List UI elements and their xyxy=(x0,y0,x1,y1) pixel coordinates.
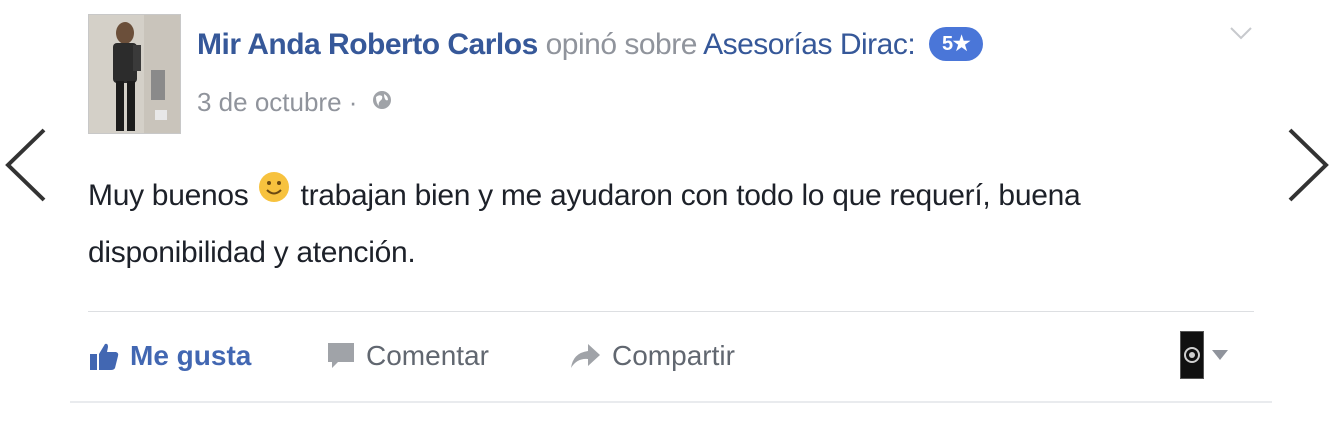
comment-label: Comentar xyxy=(366,340,489,371)
like-label: Me gusta xyxy=(130,340,252,371)
review-verb: opinó sobre xyxy=(545,28,698,61)
bottom-divider xyxy=(70,401,1272,403)
author-name-link[interactable]: Mir Anda Roberto Carlos xyxy=(197,28,538,61)
previous-arrow-icon[interactable] xyxy=(0,120,56,210)
page-avatar-icon xyxy=(1180,331,1204,379)
comment-button[interactable]: Comentar xyxy=(326,334,489,378)
thumbs-up-icon xyxy=(88,340,120,372)
date-separator: · xyxy=(348,87,358,117)
next-arrow-icon[interactable] xyxy=(1280,120,1335,210)
rating-badge: 5★ xyxy=(929,27,984,62)
smiling-face-icon xyxy=(258,166,290,222)
review-post: Mir Anda Roberto Carlos opinó sobre Ases… xyxy=(0,0,1335,428)
post-date-link[interactable]: 3 de octubre xyxy=(197,87,342,117)
post-meta: 3 de octubre · xyxy=(197,86,393,120)
post-header: Mir Anda Roberto Carlos opinó sobre Ases… xyxy=(197,27,984,63)
comment-icon xyxy=(326,340,356,372)
actions-divider xyxy=(88,311,1254,312)
globe-icon[interactable] xyxy=(371,86,393,118)
share-button[interactable]: Compartir xyxy=(568,334,735,378)
post-options-chevron-icon[interactable] xyxy=(1226,22,1256,46)
caret-down-icon xyxy=(1212,350,1228,360)
share-label: Compartir xyxy=(612,340,735,371)
author-avatar[interactable] xyxy=(88,14,181,134)
post-body: Muy buenos trabajan bien y me ayudaron c… xyxy=(88,168,1228,281)
page-name-link[interactable]: Asesorías Dirac: xyxy=(703,28,916,61)
share-arrow-icon xyxy=(568,340,602,372)
post-as-selector[interactable] xyxy=(1180,331,1228,379)
post-text-part1: Muy buenos xyxy=(88,179,249,212)
like-button[interactable]: Me gusta xyxy=(88,334,251,378)
